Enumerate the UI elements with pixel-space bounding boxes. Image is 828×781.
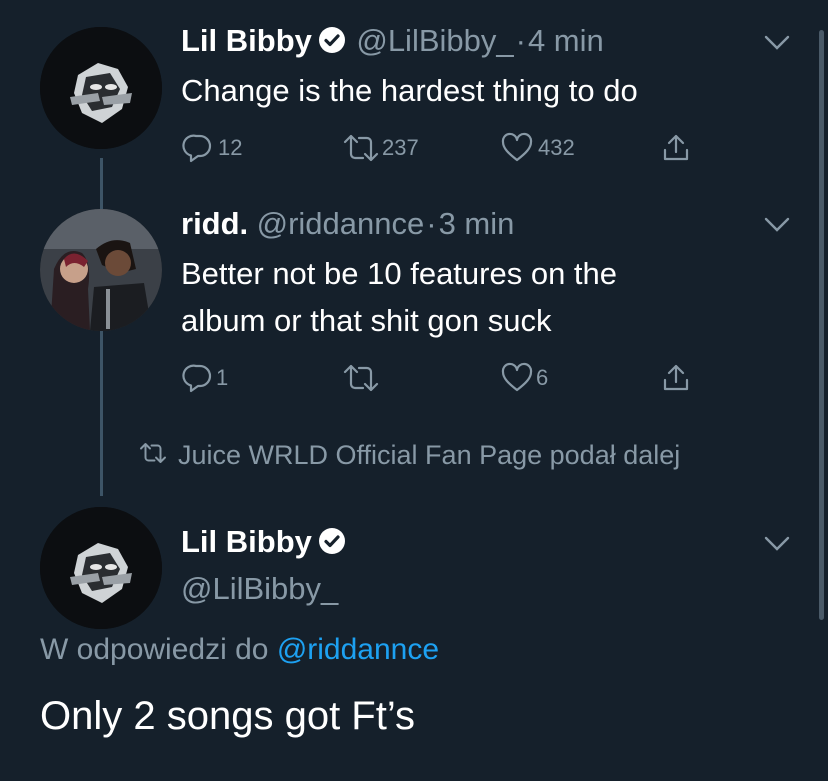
- like-button[interactable]: 432: [500, 132, 575, 164]
- reply-icon: [182, 362, 214, 394]
- share-icon: [660, 132, 692, 164]
- retweet-button[interactable]: [340, 362, 382, 394]
- reply-prefix: W odpowiedzi do: [40, 633, 269, 666]
- verified-badge-icon: [318, 527, 346, 560]
- main-author: Lil Bibby: [181, 524, 346, 560]
- author-name[interactable]: ridd.: [181, 206, 248, 241]
- retweet-icon: [340, 132, 382, 164]
- retweet-icon: [340, 362, 382, 394]
- retweet-notice-text: Juice WRLD Official Fan Page podał dalej: [178, 440, 681, 470]
- reply-button[interactable]: 1: [182, 362, 228, 394]
- tweet-text-line-2: album or that shit gon suck: [181, 303, 552, 338]
- like-count: 432: [538, 135, 575, 160]
- share-button[interactable]: [660, 132, 692, 164]
- tweet-header: ridd. @riddannce·3 min: [181, 206, 514, 242]
- verified-badge-icon: [318, 26, 346, 59]
- share-icon: [660, 362, 692, 394]
- share-button[interactable]: [660, 362, 692, 394]
- retweet-notice[interactable]: Juice WRLD Official Fan Page podał dalej: [136, 440, 680, 471]
- main-tweet-text: Only 2 songs got Ft’s: [40, 694, 415, 738]
- author-handle[interactable]: @LilBibby_: [356, 23, 513, 58]
- retweet-icon: [136, 441, 170, 470]
- tweet-time[interactable]: 3 min: [439, 206, 515, 241]
- reply-icon: [182, 132, 214, 164]
- scrollbar[interactable]: [819, 30, 824, 620]
- author-handle[interactable]: @LilBibby_: [181, 571, 338, 607]
- like-count: 6: [536, 365, 549, 390]
- like-button[interactable]: 6: [500, 362, 548, 394]
- chevron-down-icon[interactable]: [763, 216, 791, 239]
- tweet-text: Change is the hardest thing to do: [181, 73, 638, 108]
- reply-count: 12: [218, 135, 243, 160]
- tweet-text-line-1: Better not be 10 features on the: [181, 256, 618, 291]
- separator-dot: ·: [426, 206, 437, 241]
- tweet-header: Lil Bibby @LilBibby_·4 min: [181, 23, 604, 59]
- like-icon: [500, 132, 534, 164]
- avatar[interactable]: [40, 209, 162, 331]
- retweet-count: 237: [382, 135, 419, 160]
- author-handle[interactable]: @riddannce: [257, 206, 425, 241]
- author-name[interactable]: Lil Bibby: [181, 524, 312, 559]
- retweet-button[interactable]: 237: [340, 132, 419, 164]
- chevron-down-icon[interactable]: [763, 535, 791, 558]
- chevron-down-icon[interactable]: [763, 34, 791, 57]
- avatar[interactable]: [40, 27, 162, 149]
- like-icon: [500, 362, 534, 394]
- tweet-time[interactable]: 4 min: [528, 23, 604, 58]
- avatar[interactable]: [40, 507, 162, 629]
- reply-count: 1: [216, 365, 229, 390]
- separator-dot: ·: [515, 23, 526, 58]
- reply-context: W odpowiedzi do @riddannce: [40, 633, 439, 667]
- author-name[interactable]: Lil Bibby: [181, 23, 312, 58]
- reply-button[interactable]: 12: [182, 132, 242, 164]
- reply-to-link[interactable]: @riddannce: [277, 633, 439, 666]
